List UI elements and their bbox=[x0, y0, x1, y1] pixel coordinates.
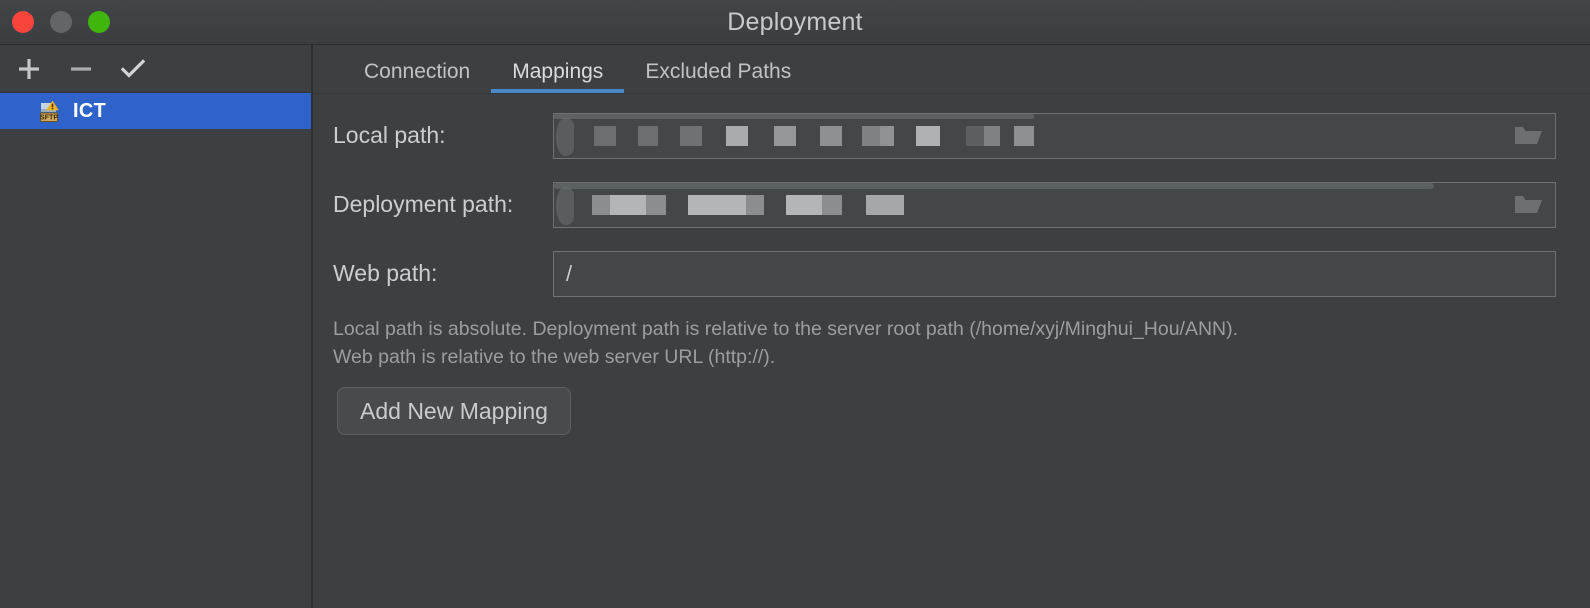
sidebar-toolbar bbox=[0, 45, 311, 93]
web-path-value: / bbox=[566, 260, 573, 286]
local-path-label: Local path: bbox=[333, 122, 446, 148]
tab-underline bbox=[491, 89, 625, 93]
window-controls bbox=[12, 0, 110, 44]
add-server-button[interactable] bbox=[8, 50, 50, 88]
folder-icon bbox=[1515, 195, 1542, 213]
local-path-input[interactable] bbox=[553, 112, 1556, 159]
mapping-hint-line-1: Local path is absolute. Deployment path … bbox=[333, 318, 1239, 340]
add-new-mapping-button[interactable]: Add New Mapping bbox=[337, 387, 571, 436]
server-list: SFTP ICT bbox=[0, 93, 311, 129]
main-panel: Connection Mappings Excluded Paths Local… bbox=[313, 45, 1590, 608]
sftp-server-icon: SFTP bbox=[38, 98, 64, 124]
mappings-form: Local path: Deployment path: Web path: /… bbox=[313, 94, 1590, 608]
server-list-item-ict[interactable]: SFTP ICT bbox=[0, 93, 311, 129]
maximize-button[interactable] bbox=[88, 11, 110, 33]
deployment-window: Deployment SFTP ICT Connection Mappings … bbox=[0, 0, 1590, 608]
title-bar: Deployment bbox=[0, 0, 1590, 45]
window-body: SFTP ICT Connection Mappings Excluded Pa… bbox=[0, 45, 1590, 608]
local-path-row: Local path: bbox=[323, 112, 1556, 159]
deployment-path-redaction bbox=[562, 183, 904, 227]
server-sidebar: SFTP ICT bbox=[0, 45, 313, 608]
tab-mappings[interactable]: Mappings bbox=[491, 60, 625, 93]
server-item-label: ICT bbox=[73, 99, 107, 122]
deployment-path-input[interactable] bbox=[553, 181, 1556, 228]
set-default-server-button[interactable] bbox=[112, 50, 154, 88]
deployment-path-row: Deployment path: bbox=[323, 181, 1556, 228]
web-path-input[interactable]: / bbox=[553, 250, 1556, 297]
svg-text:SFTP: SFTP bbox=[40, 112, 59, 121]
web-path-row: Web path: / bbox=[323, 250, 1556, 297]
tab-excluded-paths[interactable]: Excluded Paths bbox=[624, 61, 812, 93]
tab-excluded-paths-label: Excluded Paths bbox=[645, 60, 792, 83]
folder-icon bbox=[1515, 126, 1542, 144]
add-mapping-row: Add New Mapping bbox=[323, 387, 1556, 436]
local-path-browse-button[interactable] bbox=[1501, 114, 1555, 158]
close-button[interactable] bbox=[12, 11, 34, 33]
minimize-button[interactable] bbox=[50, 11, 72, 33]
local-path-redaction bbox=[562, 114, 1034, 158]
tab-mappings-label: Mappings bbox=[512, 60, 604, 83]
deployment-path-browse-button[interactable] bbox=[1501, 183, 1555, 227]
remove-server-button[interactable] bbox=[60, 50, 102, 88]
check-icon bbox=[120, 58, 146, 78]
mapping-hint: Local path is absolute. Deployment path … bbox=[323, 315, 1513, 371]
minus-icon bbox=[71, 66, 91, 71]
deployment-path-label: Deployment path: bbox=[333, 191, 514, 217]
web-path-label: Web path: bbox=[333, 260, 438, 286]
tab-bar: Connection Mappings Excluded Paths bbox=[313, 45, 1590, 93]
window-title: Deployment bbox=[727, 7, 863, 36]
tab-connection[interactable]: Connection bbox=[343, 61, 491, 93]
tab-connection-label: Connection bbox=[364, 60, 471, 83]
plus-icon bbox=[19, 58, 39, 79]
mapping-hint-line-2: Web path is relative to the web server U… bbox=[333, 346, 776, 368]
